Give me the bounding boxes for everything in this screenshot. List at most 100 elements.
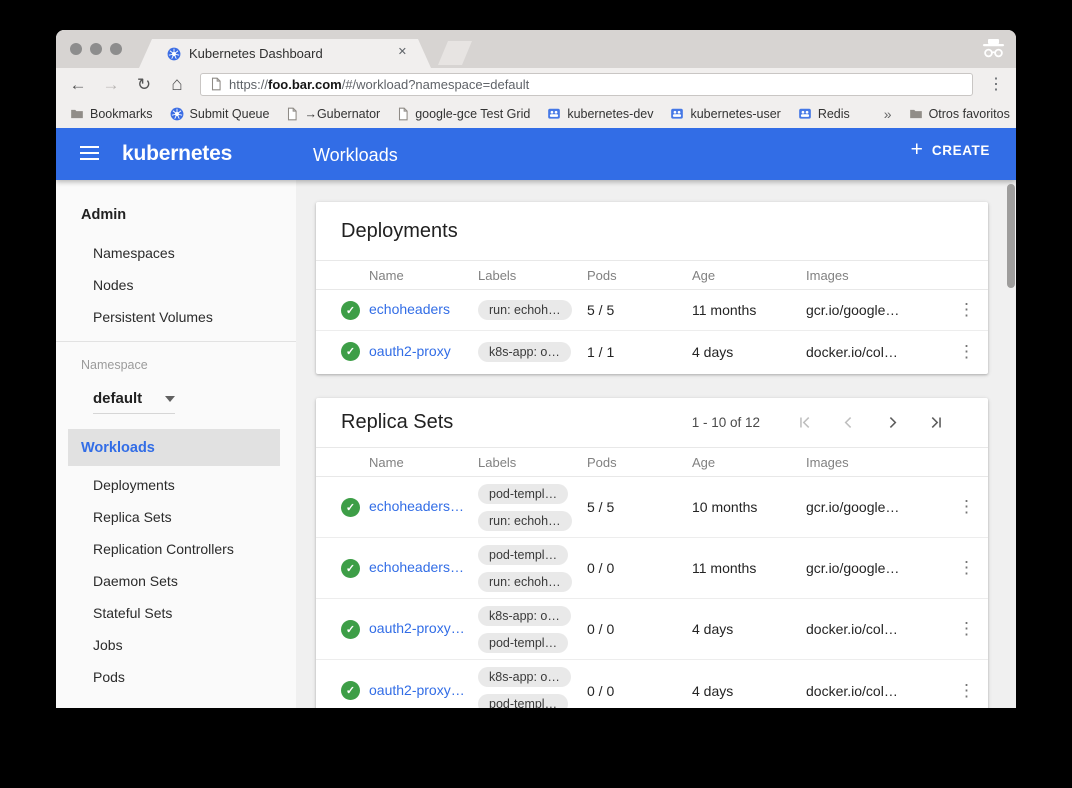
images-cell: docker.io/col… (806, 621, 946, 637)
browser-titlebar: Kubernetes Dashboard ✕ (56, 30, 1016, 68)
bookmark-item[interactable]: Submit Queue (170, 107, 270, 121)
back-icon[interactable]: ← (68, 76, 88, 93)
images-cell: docker.io/col… (806, 344, 946, 360)
bookmark-item[interactable]: kubernetes-dev (547, 107, 653, 121)
content-area: Deployments Name Labels Pods Age Images … (296, 180, 1016, 708)
plus-icon: + (911, 139, 923, 160)
window-minimize-button[interactable] (90, 43, 102, 55)
replica-sets-card-title: Replica Sets (341, 411, 453, 434)
bookmark-item[interactable]: Bookmarks (70, 107, 153, 121)
page-scrollbar[interactable] (1007, 184, 1015, 288)
replica-set-link[interactable]: echoheaders… (369, 559, 464, 575)
row-menu-icon[interactable]: ⋮ (946, 342, 988, 362)
sidebar-item-jobs[interactable]: Jobs (93, 637, 123, 653)
chevron-down-icon (165, 396, 175, 402)
label-chip: run: echoh… (478, 300, 572, 320)
address-bar[interactable]: https://foo.bar.com/#/workload?namespace… (200, 73, 973, 96)
forward-icon[interactable]: → (101, 76, 121, 93)
sidebar-item-deployments[interactable]: Deployments (93, 477, 175, 493)
kubernetes-favicon-icon (167, 47, 181, 61)
sidebar-nav: Admin Namespaces Nodes Persistent Volume… (56, 180, 296, 708)
bookmark-item[interactable]: Redis (798, 107, 850, 121)
table-row: ✓ echoheaders… pod-templ… run: echoh… 0 … (316, 538, 988, 599)
status-ok-icon: ✓ (341, 342, 360, 361)
label-chip: pod-templ… (478, 545, 568, 565)
window-close-button[interactable] (70, 43, 82, 55)
label-chip: pod-templ… (478, 694, 568, 708)
replica-set-link[interactable]: oauth2-proxy… (369, 620, 465, 636)
replica-set-link[interactable]: echoheaders… (369, 498, 464, 514)
row-menu-icon[interactable]: ⋮ (946, 300, 988, 320)
bookmark-other-folder[interactable]: Otros favoritos (909, 107, 1010, 121)
new-tab-button[interactable] (438, 41, 472, 65)
pagination: 1 - 10 of 12 (692, 414, 958, 432)
sidebar-item-stateful-sets[interactable]: Stateful Sets (93, 605, 172, 621)
label-chip: pod-templ… (478, 484, 568, 504)
first-page-icon[interactable] (782, 414, 826, 432)
kubernetes-dashboard-page: kubernetes Workloads + CREATE Admin Name… (56, 128, 1016, 708)
sidebar-item-replica-sets[interactable]: Replica Sets (93, 509, 172, 525)
browser-toolbar: ← → ↻ ⌂ https://foo.bar.com/#/workload?n… (56, 68, 1016, 100)
row-menu-icon[interactable]: ⋮ (946, 681, 988, 701)
sidebar-section-admin[interactable]: Admin (81, 207, 126, 223)
sidebar-item-workloads[interactable]: Workloads (68, 429, 280, 466)
chat-icon (798, 107, 812, 121)
row-menu-icon[interactable]: ⋮ (946, 619, 988, 639)
url-text: https://foo.bar.com/#/workload?namespace… (229, 77, 529, 92)
last-page-icon[interactable] (914, 414, 958, 432)
images-cell: gcr.io/google… (806, 302, 946, 318)
bookmark-item[interactable]: google-gce Test Grid (397, 107, 530, 121)
browser-tab[interactable]: Kubernetes Dashboard ✕ (139, 39, 431, 68)
tab-title: Kubernetes Dashboard (189, 46, 323, 61)
sidebar-item-replication-controllers[interactable]: Replication Controllers (93, 541, 234, 557)
age-cell: 4 days (692, 683, 806, 699)
namespace-value: default (93, 390, 142, 407)
folder-icon (909, 107, 923, 121)
deployment-link[interactable]: echoheaders (369, 301, 450, 317)
pods-cell: 0 / 0 (587, 683, 692, 699)
sidebar-item-nodes[interactable]: Nodes (93, 277, 133, 293)
replica-set-link[interactable]: oauth2-proxy… (369, 682, 465, 698)
create-button[interactable]: + CREATE (911, 141, 990, 160)
sidebar-item-pods[interactable]: Pods (93, 669, 125, 685)
table-row: ✓ echoheaders… pod-templ… run: echoh… 5 … (316, 477, 988, 538)
bookmarks-overflow-icon[interactable]: » (884, 106, 892, 122)
status-ok-icon: ✓ (341, 620, 360, 639)
row-menu-icon[interactable]: ⋮ (946, 497, 988, 517)
images-cell: docker.io/col… (806, 683, 946, 699)
sidebar-item-persistent-volumes[interactable]: Persistent Volumes (93, 309, 213, 325)
reload-icon[interactable]: ↻ (134, 76, 154, 93)
label-chip: k8s-app: o… (478, 606, 571, 626)
deployment-link[interactable]: oauth2-proxy (369, 343, 451, 359)
chat-icon (670, 107, 684, 121)
table-row: ✓ oauth2-proxy… k8s-app: o… pod-templ… 0… (316, 599, 988, 660)
app-header: kubernetes Workloads + CREATE (56, 128, 1016, 180)
namespace-select[interactable]: default (93, 384, 175, 414)
tab-close-icon[interactable]: ✕ (398, 47, 407, 58)
hamburger-menu-icon[interactable] (80, 146, 99, 164)
browser-menu-icon[interactable]: ⋮ (986, 74, 1006, 94)
page-icon (397, 107, 409, 121)
sidebar-item-namespaces[interactable]: Namespaces (93, 245, 175, 261)
label-chip: pod-templ… (478, 633, 568, 653)
window-zoom-button[interactable] (110, 43, 122, 55)
status-ok-icon: ✓ (341, 681, 360, 700)
row-menu-icon[interactable]: ⋮ (946, 558, 988, 578)
next-page-icon[interactable] (870, 414, 914, 432)
age-cell: 10 months (692, 499, 806, 515)
status-ok-icon: ✓ (341, 498, 360, 517)
deployments-card-title: Deployments (341, 220, 458, 243)
bookmark-item[interactable]: kubernetes-user (670, 107, 780, 121)
bookmark-item[interactable]: →Gubernator (286, 107, 380, 121)
table-row: ✓ oauth2-proxy… k8s-app: o… pod-templ… 0… (316, 660, 988, 708)
page-icon (286, 107, 298, 121)
pods-cell: 5 / 5 (587, 302, 692, 318)
pods-cell: 0 / 0 (587, 560, 692, 576)
home-icon[interactable]: ⌂ (167, 75, 187, 94)
browser-window: Kubernetes Dashboard ✕ ← → ↻ ⌂ https://f… (56, 30, 1016, 708)
label-chip: run: echoh… (478, 511, 572, 531)
sidebar-item-daemon-sets[interactable]: Daemon Sets (93, 573, 178, 589)
label-chip: k8s-app: o… (478, 667, 571, 687)
images-cell: gcr.io/google… (806, 560, 946, 576)
previous-page-icon[interactable] (826, 414, 870, 432)
